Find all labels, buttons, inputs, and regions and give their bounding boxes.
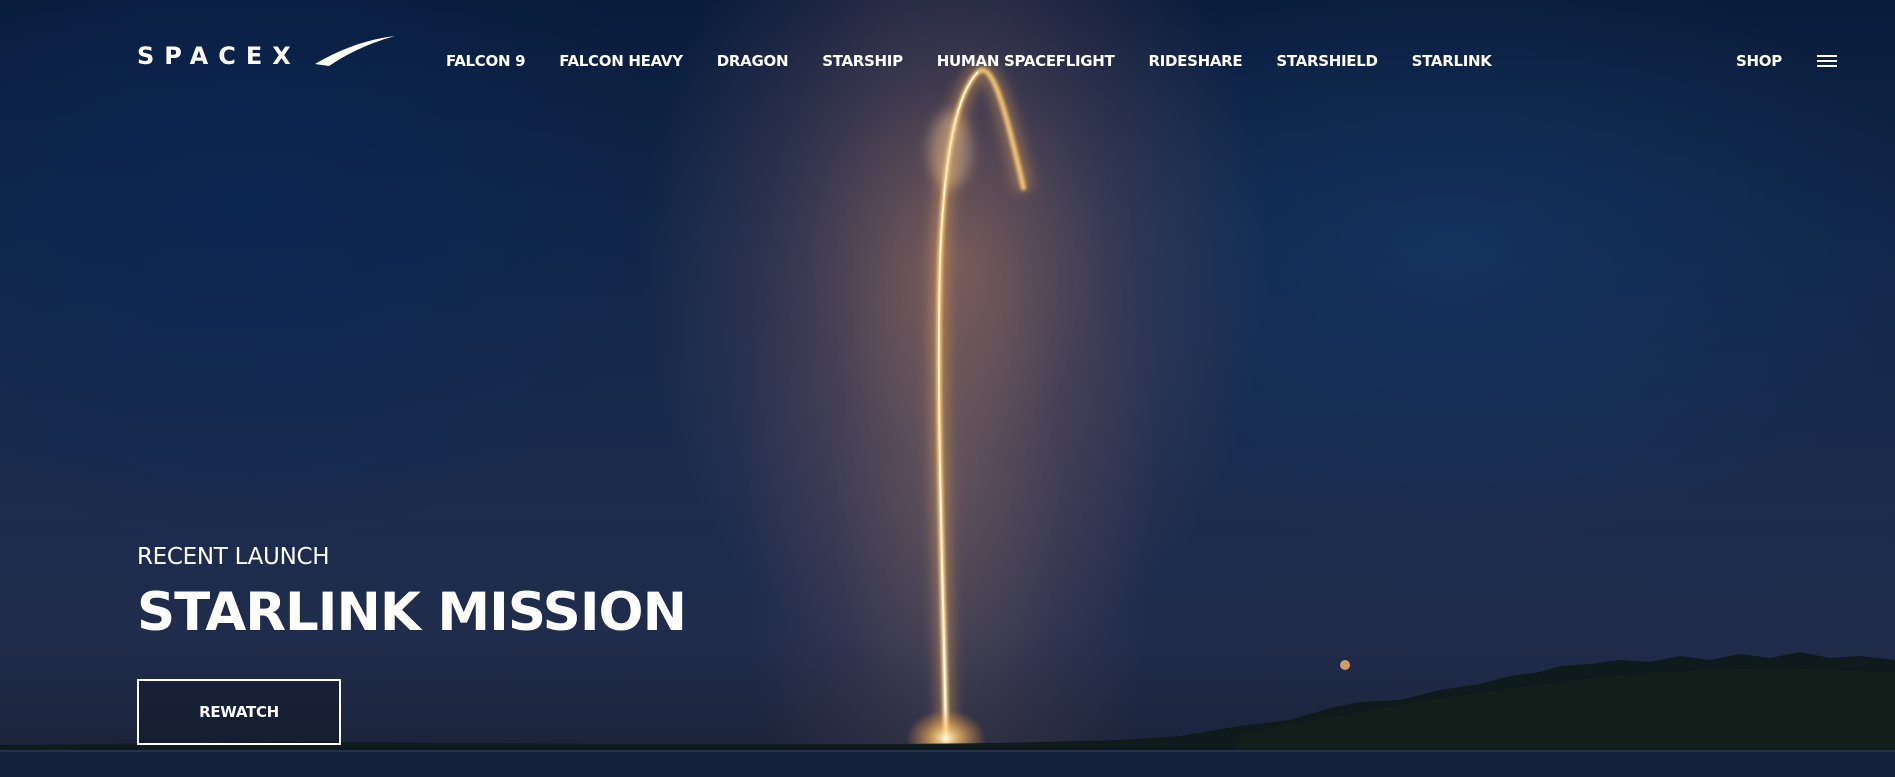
logo-swoosh-icon [315,36,395,66]
shop-link[interactable]: SHOP [1736,50,1782,72]
site-header: SPACEX FALCON 9 FALCON HEAVY DRAGON STAR… [0,0,1895,120]
hero-section: SPACEX FALCON 9 FALCON HEAVY DRAGON STAR… [0,0,1895,777]
menu-line [1817,55,1837,57]
spacex-logo[interactable]: SPACEX [137,34,397,74]
hamburger-menu-icon[interactable] [1815,52,1839,70]
nav-item-starshield[interactable]: STARSHIELD [1276,50,1378,72]
rewatch-button[interactable]: REWATCH [137,679,341,745]
nav-item-starship[interactable]: STARSHIP [822,50,903,72]
nav-item-rideshare[interactable]: RIDESHARE [1148,50,1242,72]
hero-eyebrow: RECENT LAUNCH [137,544,330,570]
hero-title: STARLINK MISSION [137,582,687,643]
nav-item-human-spaceflight[interactable]: HUMAN SPACEFLIGHT [937,50,1115,72]
nav-item-dragon[interactable]: DRAGON [717,50,789,72]
hero-copy: RECENT LAUNCH STARLINK MISSION [137,542,837,644]
menu-line [1817,60,1837,62]
nav-item-falcon-heavy[interactable]: FALCON HEAVY [559,50,683,72]
nav-item-falcon-9[interactable]: FALCON 9 [446,50,526,72]
menu-line [1817,65,1837,67]
nav-item-starlink[interactable]: STARLINK [1412,50,1492,72]
primary-nav: FALCON 9 FALCON HEAVY DRAGON STARSHIP HU… [446,50,1526,72]
